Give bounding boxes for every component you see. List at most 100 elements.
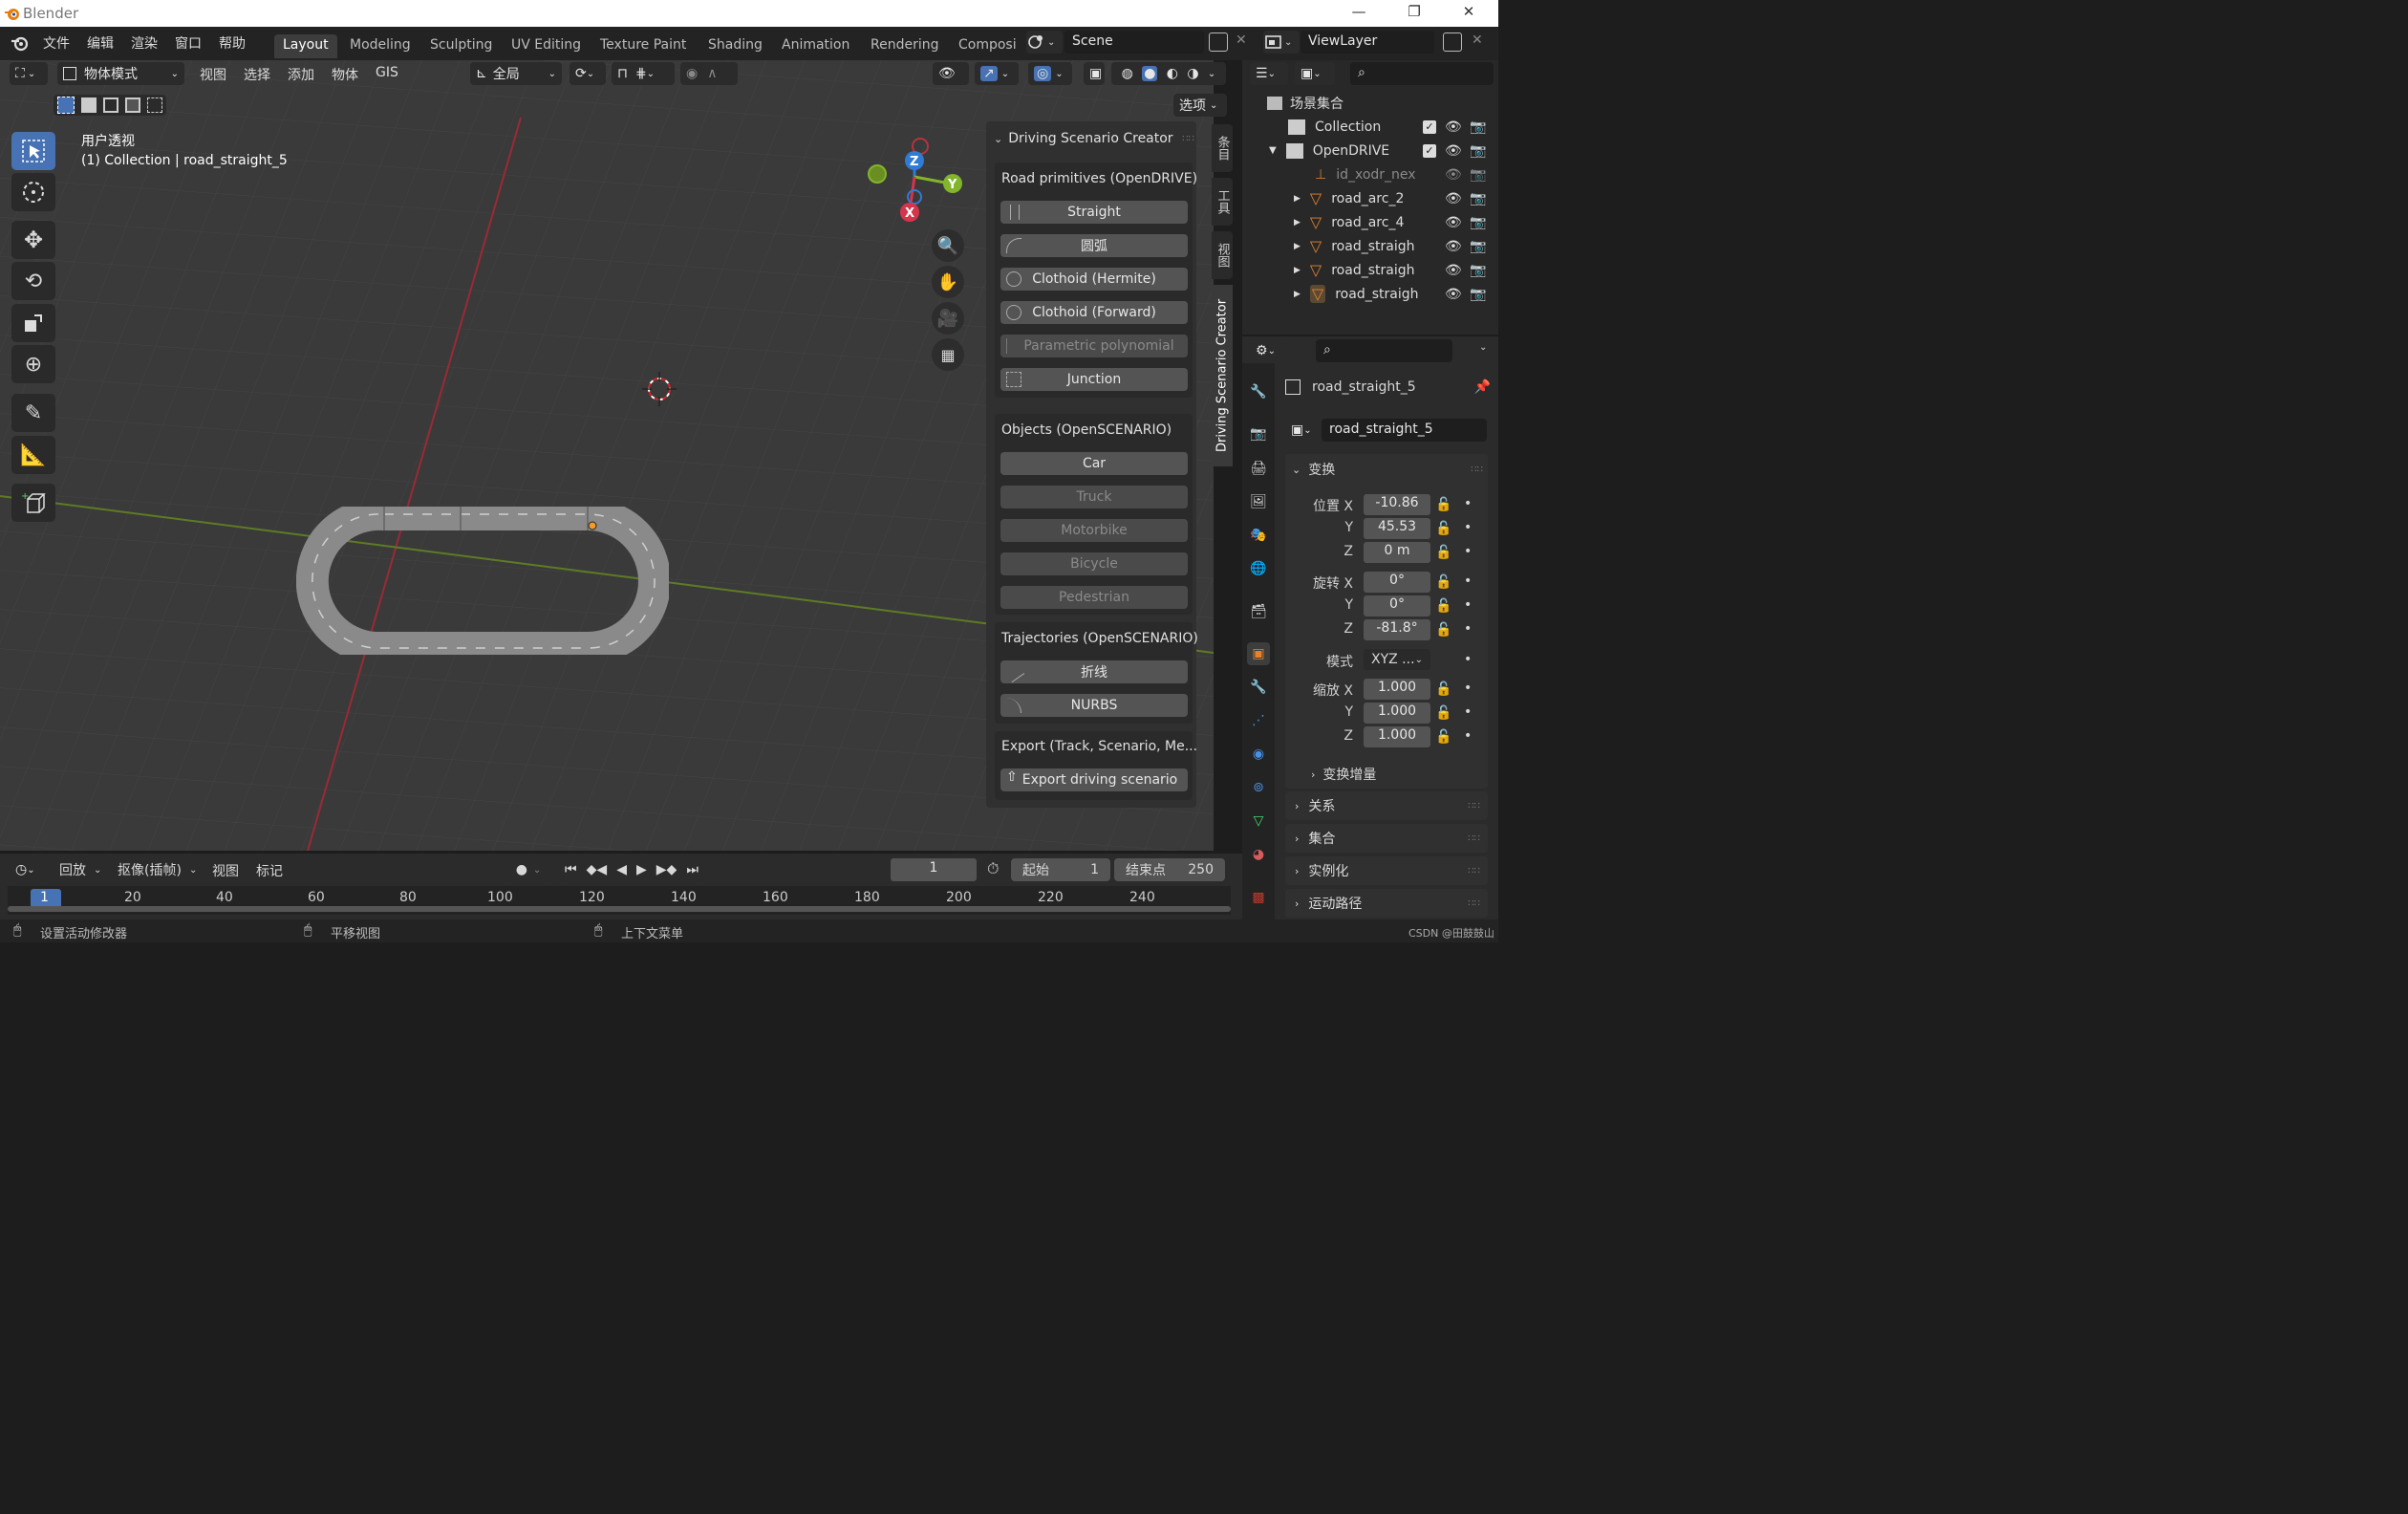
play-icon[interactable]: ▶ [636, 862, 647, 877]
properties-editor-type[interactable]: ⚙ ⌄ [1250, 339, 1288, 362]
end-frame-field[interactable]: 结束点 250 [1114, 858, 1225, 881]
outliner-row-road-straight-a[interactable]: ▶ ▽ road_straigh 👁 📷 [1242, 234, 1498, 258]
lock-location-z-icon[interactable]: 🔓 [1435, 545, 1451, 560]
keyframe-dot-icon[interactable]: • [1464, 728, 1472, 744]
tab-texture-paint[interactable]: Texture Paint [591, 34, 695, 58]
3d-cursor-icon[interactable] [638, 368, 680, 410]
pivot-dropdown[interactable]: ⟳ ⌄ [570, 62, 606, 85]
expand-icon[interactable]: ▶ [1294, 218, 1301, 227]
close-button[interactable]: ✕ [1459, 3, 1478, 22]
clothoid-forward-button[interactable]: Clothoid (Forward) [1000, 301, 1188, 324]
select-new-icon[interactable] [56, 97, 75, 114]
outliner-editor-type[interactable]: ☰ ⌄ [1250, 62, 1288, 85]
lock-location-y-icon[interactable]: 🔓 [1435, 521, 1451, 536]
scene-browse-button[interactable]: ⌄ [1026, 31, 1063, 54]
car-button[interactable]: Car [1000, 452, 1188, 475]
playback-menu[interactable]: 回放 ⌄ [59, 858, 101, 881]
orientation-dropdown[interactable]: ⊾ 全局 ⌄ [470, 62, 562, 85]
timeline-view-menu[interactable]: 视图 [212, 861, 239, 880]
relations-panel[interactable]: › 关系 ∷∷ [1285, 791, 1488, 820]
snapping-group[interactable]: ⊓ ⋕ ⌄ [612, 62, 675, 85]
keyframe-dot-icon[interactable]: • [1464, 496, 1472, 511]
material-shading-icon[interactable]: ◐ [1167, 66, 1178, 81]
pin-icon[interactable]: 📌 [1474, 379, 1491, 395]
render-camera-icon[interactable]: 📷 [1470, 167, 1486, 183]
render-camera-icon[interactable]: 📷 [1470, 119, 1486, 135]
scale-tool[interactable] [11, 304, 55, 342]
cursor-tool[interactable] [11, 173, 55, 211]
zoom-button[interactable]: 🔍 [932, 229, 964, 262]
menu-object[interactable]: 物体 [332, 65, 358, 84]
material-tab-icon[interactable]: ◕ [1247, 843, 1270, 866]
scene-tab-icon[interactable]: 🎭 [1247, 524, 1270, 547]
keyframe-dot-icon[interactable]: • [1464, 520, 1472, 535]
menu-gis[interactable]: GIS [376, 65, 398, 80]
minimize-button[interactable]: — [1349, 3, 1368, 22]
export-driving-scenario-button[interactable]: ⇧ Export driving scenario [1000, 768, 1188, 791]
play-reverse-icon[interactable]: ◀ [616, 862, 627, 877]
lock-rotation-z-icon[interactable]: 🔓 [1435, 622, 1451, 638]
transform-tool[interactable]: ⊕ [11, 345, 55, 383]
eye-icon[interactable]: 👁 [1445, 191, 1462, 206]
expand-icon[interactable]: ▼ [1269, 145, 1277, 156]
select-intersect-icon[interactable] [147, 97, 163, 113]
eye-icon[interactable]: 👁 [1445, 167, 1462, 183]
pedestrian-button[interactable]: Pedestrian [1000, 586, 1188, 609]
expand-icon[interactable]: ▶ [1294, 266, 1301, 275]
outliner-row-empty[interactable]: ⊥ id_xodr_nex 👁 📷 [1242, 162, 1498, 186]
data-tab-icon[interactable]: ▽ [1247, 810, 1270, 833]
texture-tab-icon[interactable]: ▩ [1247, 886, 1270, 909]
add-cube-tool[interactable]: + [11, 484, 55, 522]
tab-compositing[interactable]: Composi [950, 34, 1025, 58]
view-layer-tab-icon[interactable]: 🖼 [1247, 490, 1270, 513]
object-browse-button[interactable]: ▣ ⌄ [1285, 419, 1323, 442]
straight-button[interactable]: Straight [1000, 201, 1188, 224]
properties-options-dropdown[interactable]: ⌄ [1479, 342, 1487, 353]
shading-modes[interactable]: ◍ ● ◐ ◑ ⌄ [1111, 62, 1226, 85]
lock-scale-z-icon[interactable]: 🔓 [1435, 729, 1451, 745]
bicycle-button[interactable]: Bicycle [1000, 552, 1188, 575]
drag-handle-icon[interactable]: ∷∷ [1471, 465, 1483, 475]
options-dropdown[interactable]: 选项 ⌄ [1173, 94, 1227, 117]
eye-icon[interactable]: 👁 [1445, 263, 1462, 278]
select-extend-icon[interactable] [80, 97, 97, 113]
new-scene-icon[interactable] [1209, 32, 1228, 52]
render-camera-icon[interactable]: 📷 [1470, 287, 1486, 302]
tab-driving-scenario-creator[interactable]: Driving Scenario Creator [1212, 285, 1233, 466]
nurbs-button[interactable]: NURBS [1000, 694, 1188, 717]
start-frame-field[interactable]: 起始 1 [1011, 858, 1110, 881]
road-track[interactable] [296, 507, 669, 655]
rotation-mode-dropdown[interactable]: XYZ ... ⌄ [1364, 649, 1430, 670]
perspective-toggle[interactable]: ▦ [932, 338, 964, 371]
transform-header[interactable]: ⌄ 变换 ∷∷ [1292, 460, 1483, 479]
keyframe-dot-icon[interactable]: • [1464, 621, 1472, 637]
keyframe-dot-icon[interactable]: • [1464, 681, 1472, 696]
tab-modeling[interactable]: Modeling [341, 34, 419, 58]
render-camera-icon[interactable]: 📷 [1470, 143, 1486, 159]
auto-keying-toggle[interactable]: ● ⌄ [506, 858, 550, 881]
scene-name-field[interactable]: Scene [1064, 31, 1204, 54]
world-tab-icon[interactable]: 🌐 [1247, 557, 1270, 580]
timeline-scrollbar[interactable] [8, 906, 1231, 912]
collection-tab-icon[interactable]: 🗃 [1247, 600, 1270, 623]
tab-sculpting[interactable]: Sculpting [421, 34, 501, 58]
menu-help[interactable]: 帮助 [219, 33, 246, 53]
viewlayer-name-field[interactable]: ViewLayer [1301, 31, 1434, 54]
truck-button[interactable]: Truck [1000, 486, 1188, 508]
outliner-row-road-arc-2[interactable]: ▶ ▽ road_arc_2 👁 📷 [1242, 186, 1498, 210]
keyframe-dot-icon[interactable]: • [1464, 704, 1472, 720]
menu-render[interactable]: 渲染 [131, 33, 158, 53]
menu-view[interactable]: 视图 [200, 65, 226, 84]
delete-scene-icon[interactable]: ✕ [1236, 32, 1247, 48]
display-mode-dropdown[interactable]: ▣ ⌄ [1295, 62, 1335, 85]
blender-menu-icon[interactable] [10, 32, 31, 54]
expand-icon[interactable]: ▶ [1294, 194, 1301, 204]
mode-dropdown[interactable]: 物体模式 ⌄ [57, 62, 184, 85]
next-keyframe-icon[interactable]: ▶◆ [656, 862, 677, 877]
particles-tab-icon[interactable]: ⋰ [1247, 709, 1270, 732]
polyline-button[interactable]: 折线 [1000, 660, 1188, 683]
menu-add[interactable]: 添加 [288, 65, 314, 84]
outliner-root-row[interactable]: 场景集合 [1242, 91, 1498, 115]
motion-paths-panel[interactable]: › 运动路径 ∷∷ [1285, 889, 1488, 918]
selection-mode-group[interactable] [54, 95, 166, 116]
